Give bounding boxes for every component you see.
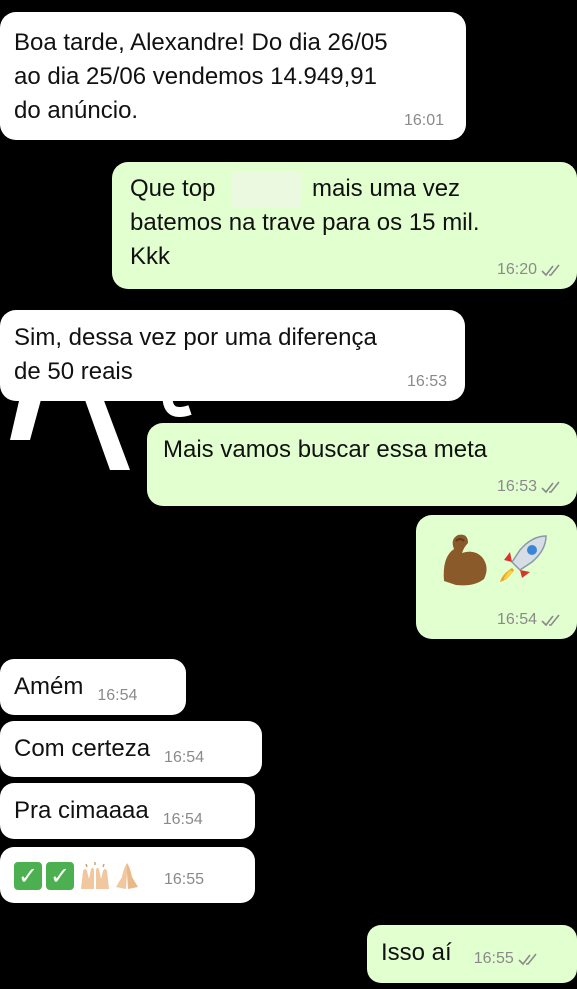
message-time: 16:55 [473,950,514,967]
message-text: Amém [14,673,84,700]
message-bubble-incoming[interactable]: Com certeza 16:54 [0,721,262,777]
message-meta: 16:01 [404,112,444,130]
emoji-row [434,527,554,591]
message-text-rest: mais uma vez batemos na trave para os 15… [130,175,480,270]
message-time: 16:54 [97,687,138,704]
message-time: 16:54 [162,811,203,828]
message-bubble-incoming[interactable]: Boa tarde, Alexandre! Do dia 26/05 ao di… [0,12,466,140]
message-bubble-outgoing[interactable]: Isso aí 16:55 [367,925,577,983]
check-mark-button-emoji: ✓ [46,862,74,890]
message-meta: 16:53 [407,373,447,391]
message-text: Isso aí [381,939,452,966]
double-check-icon [541,481,560,494]
message-bubble-incoming[interactable]: Pra cimaaaa 16:54 [0,783,255,839]
emoji-row: ✓ ✓ 16:55 [14,859,204,893]
message-bubble-incoming[interactable]: ✓ ✓ 16:55 [0,847,255,903]
message-text: Com certeza [14,735,151,762]
double-check-icon [518,953,537,966]
message-bubble-incoming[interactable]: Amém 16:54 [0,659,186,715]
folded-hands-emoji [116,863,138,889]
double-check-icon [541,264,560,277]
flexed-biceps-emoji [443,534,487,586]
message-bubble-incoming[interactable]: Sim, dessa vez por uma diferença de 50 r… [0,310,465,401]
raising-hands-emoji [81,862,109,889]
message-bubble-outgoing[interactable]: 16:54 [416,515,577,639]
message-meta: 16:54 [497,611,563,629]
message-time: 16:20 [496,261,537,278]
redacted-name [232,171,302,207]
message-meta: 16:20 [497,261,563,279]
check-mark-button-emoji: ✓ [14,862,42,890]
message-bubble-outgoing[interactable]: Que top mais uma vez batemos na trave pa… [112,162,577,289]
message-meta: 16:53 [497,478,563,496]
message-time: 16:53 [406,373,447,390]
message-text: Boa tarde, Alexandre! Do dia 26/05 ao di… [14,29,388,124]
chat-area[interactable]: Boa tarde, Alexandre! Do dia 26/05 ao di… [0,0,577,989]
message-text: Pra cimaaaa [14,797,149,824]
message-bubble-outgoing[interactable]: Mais vamos buscar essa meta 16:53 [147,423,577,506]
message-time: 16:54 [164,749,205,766]
message-time: 16:55 [164,871,205,888]
message-text: Mais vamos buscar essa meta [163,436,488,463]
message-time: 16:01 [403,112,444,129]
double-check-icon [541,614,560,627]
rocket-emoji [500,535,547,582]
message-time: 16:54 [496,611,537,628]
message-text: Sim, dessa vez por uma diferença de 50 r… [14,324,377,385]
message-time: 16:53 [496,478,537,495]
